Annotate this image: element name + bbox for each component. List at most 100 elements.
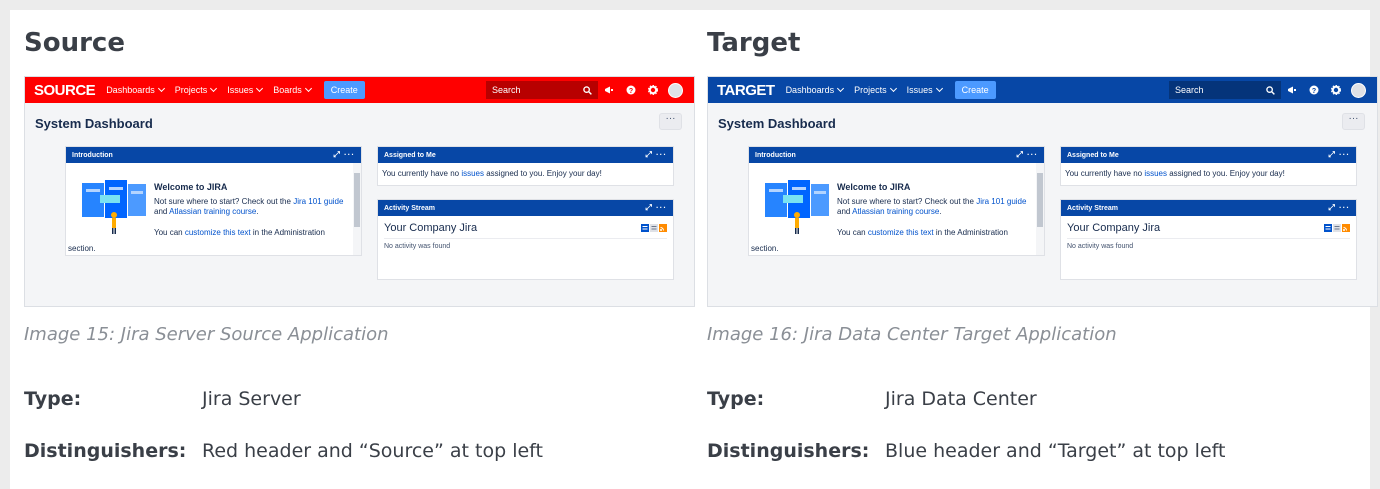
- type-value: Jira Data Center: [885, 388, 1037, 410]
- nav-issues[interactable]: Issues: [227, 84, 264, 95]
- gadget-controls-icon[interactable]: ⤢ ···: [333, 150, 355, 160]
- assigned-text: You currently have no issues assigned to…: [378, 163, 673, 184]
- issues-link[interactable]: issues: [461, 169, 484, 178]
- type-value: Jira Server: [202, 388, 301, 410]
- nav-label: Dashboards: [106, 85, 155, 95]
- gadget-header: Activity Stream ⤢ ···: [1061, 200, 1356, 216]
- jira-logo[interactable]: TARGET: [717, 82, 775, 99]
- jira-101-link[interactable]: Jira 101 guide: [976, 197, 1026, 206]
- type-label: Type:: [707, 388, 765, 410]
- gadget-scrollbar[interactable]: [1036, 163, 1044, 255]
- nav-menu: Dashboards Projects Issues: [786, 84, 953, 95]
- help-icon[interactable]: ?: [626, 85, 636, 95]
- distinguishers-row: Distinguishers: Blue header and “Target”…: [707, 440, 1225, 462]
- search-icon: [1266, 85, 1275, 95]
- rss-icon[interactable]: [659, 224, 667, 232]
- activity-company-title[interactable]: Your Company Jira: [1067, 222, 1160, 234]
- gear-icon[interactable]: [1331, 85, 1341, 95]
- nav-dashboards[interactable]: Dashboards: [106, 84, 165, 95]
- gadget-header: Assigned to Me ⤢ ···: [1061, 147, 1356, 163]
- dashboard-more-button[interactable]: ···: [1342, 113, 1365, 130]
- chevron-down-icon: [889, 84, 897, 93]
- assigned-text-part: You currently have no: [1065, 169, 1145, 178]
- list-view-icon[interactable]: [1333, 224, 1341, 232]
- filter-icon[interactable]: [641, 224, 649, 232]
- nav-label: Issues: [906, 85, 933, 95]
- no-activity-text: No activity was found: [1067, 243, 1134, 250]
- help-icon[interactable]: ?: [1309, 85, 1319, 95]
- chevron-down-icon: [837, 84, 845, 93]
- nav-label: Issues: [227, 85, 254, 95]
- filter-icon[interactable]: [1324, 224, 1332, 232]
- dashboard-title: System Dashboard: [718, 116, 836, 131]
- intro-text-part: .: [256, 207, 259, 216]
- activity-title-row: Your Company Jira: [378, 216, 673, 238]
- search-input[interactable]: Search: [486, 81, 598, 99]
- issues-link[interactable]: issues: [1144, 169, 1167, 178]
- jira-screenshot: TARGET Dashboards Projects Issues Create S…: [707, 76, 1378, 307]
- assigned-to-me-gadget: Assigned to Me ⤢ ··· You currently have …: [1060, 146, 1357, 186]
- gadget-controls-icon[interactable]: ⤢ ···: [1328, 150, 1350, 160]
- gadget-controls-icon[interactable]: ⤢ ···: [645, 203, 667, 213]
- megaphone-icon[interactable]: [1287, 85, 1297, 95]
- gadget-controls-icon[interactable]: ⤢ ···: [1328, 203, 1350, 213]
- rss-icon[interactable]: [1342, 224, 1350, 232]
- no-activity-text: No activity was found: [384, 243, 451, 250]
- gadget-header: Assigned to Me ⤢ ···: [378, 147, 673, 163]
- atlassian-training-link[interactable]: Atlassian training course: [852, 207, 939, 216]
- scrollbar-thumb[interactable]: [354, 173, 360, 227]
- nav-issues[interactable]: Issues: [906, 84, 943, 95]
- nav-projects[interactable]: Projects: [854, 84, 897, 95]
- nav-dashboards[interactable]: Dashboards: [786, 84, 845, 95]
- gadget-header: Introduction ⤢ ···: [749, 147, 1044, 163]
- search-icon: [583, 85, 592, 95]
- gadget-scrollbar[interactable]: [353, 163, 361, 255]
- distinguishers-value: Red header and “Source” at top left: [202, 440, 543, 462]
- type-label: Type:: [24, 388, 82, 410]
- avatar[interactable]: [668, 82, 683, 98]
- nav-projects[interactable]: Projects: [175, 84, 218, 95]
- gadget-title: Introduction: [72, 151, 113, 159]
- create-button[interactable]: Create: [323, 81, 365, 99]
- introduction-gadget: Introduction ⤢ ··· Welcome to JIRA Not s…: [748, 146, 1045, 256]
- customize-text-link[interactable]: customize this text: [868, 228, 934, 237]
- search-placeholder: Search: [1175, 85, 1204, 95]
- activity-view-controls: [641, 224, 667, 232]
- gadget-title: Assigned to Me: [1067, 151, 1119, 159]
- atlassian-training-link[interactable]: Atlassian training course: [169, 207, 256, 216]
- customize-text-link[interactable]: customize this text: [185, 228, 251, 237]
- list-view-icon[interactable]: [650, 224, 658, 232]
- dashboard-title: System Dashboard: [35, 116, 153, 131]
- dashboard-more-button[interactable]: ···: [659, 113, 682, 130]
- introduction-gadget: Introduction ⤢ ··· Welcome to JIRA Not s…: [65, 146, 362, 256]
- gadget-controls-icon[interactable]: ⤢ ···: [1016, 150, 1038, 160]
- welcome-illustration: [82, 180, 146, 234]
- assigned-text-part: assigned to you. Enjoy your day!: [1167, 169, 1285, 178]
- activity-company-title[interactable]: Your Company Jira: [384, 222, 477, 234]
- avatar[interactable]: [1351, 82, 1366, 98]
- search-input[interactable]: Search: [1169, 81, 1281, 99]
- gear-icon[interactable]: [648, 85, 658, 95]
- activity-stream-gadget: Activity Stream ⤢ ··· Your Company Jira …: [1060, 199, 1357, 280]
- gadget-header: Activity Stream ⤢ ···: [378, 200, 673, 216]
- gadget-title: Activity Stream: [1067, 204, 1118, 212]
- image-caption: Image 15: Jira Server Source Application: [24, 324, 389, 345]
- svg-text:?: ?: [629, 88, 633, 95]
- intro-text-part: and: [837, 207, 853, 216]
- intro-text-part: in the Administration: [933, 228, 1008, 237]
- nav-label: Projects: [854, 85, 887, 95]
- chevron-down-icon: [157, 84, 165, 93]
- distinguishers-label: Distinguishers:: [707, 440, 870, 462]
- scrollbar-thumb[interactable]: [1037, 173, 1043, 227]
- megaphone-icon[interactable]: [604, 85, 614, 95]
- intro-text: Not sure where to start? Check out the J…: [837, 197, 1037, 217]
- welcome-heading: Welcome to JIRA: [837, 182, 911, 192]
- gadget-header: Introduction ⤢ ···: [66, 147, 361, 163]
- intro-text-part: Not sure where to start? Check out the: [837, 197, 977, 206]
- jira-logo[interactable]: SOURCE: [34, 82, 96, 99]
- svg-text:?: ?: [1312, 88, 1316, 95]
- create-button[interactable]: Create: [954, 81, 996, 99]
- gadget-controls-icon[interactable]: ⤢ ···: [645, 150, 667, 160]
- jira-101-link[interactable]: Jira 101 guide: [293, 197, 343, 206]
- nav-boards[interactable]: Boards: [273, 84, 312, 95]
